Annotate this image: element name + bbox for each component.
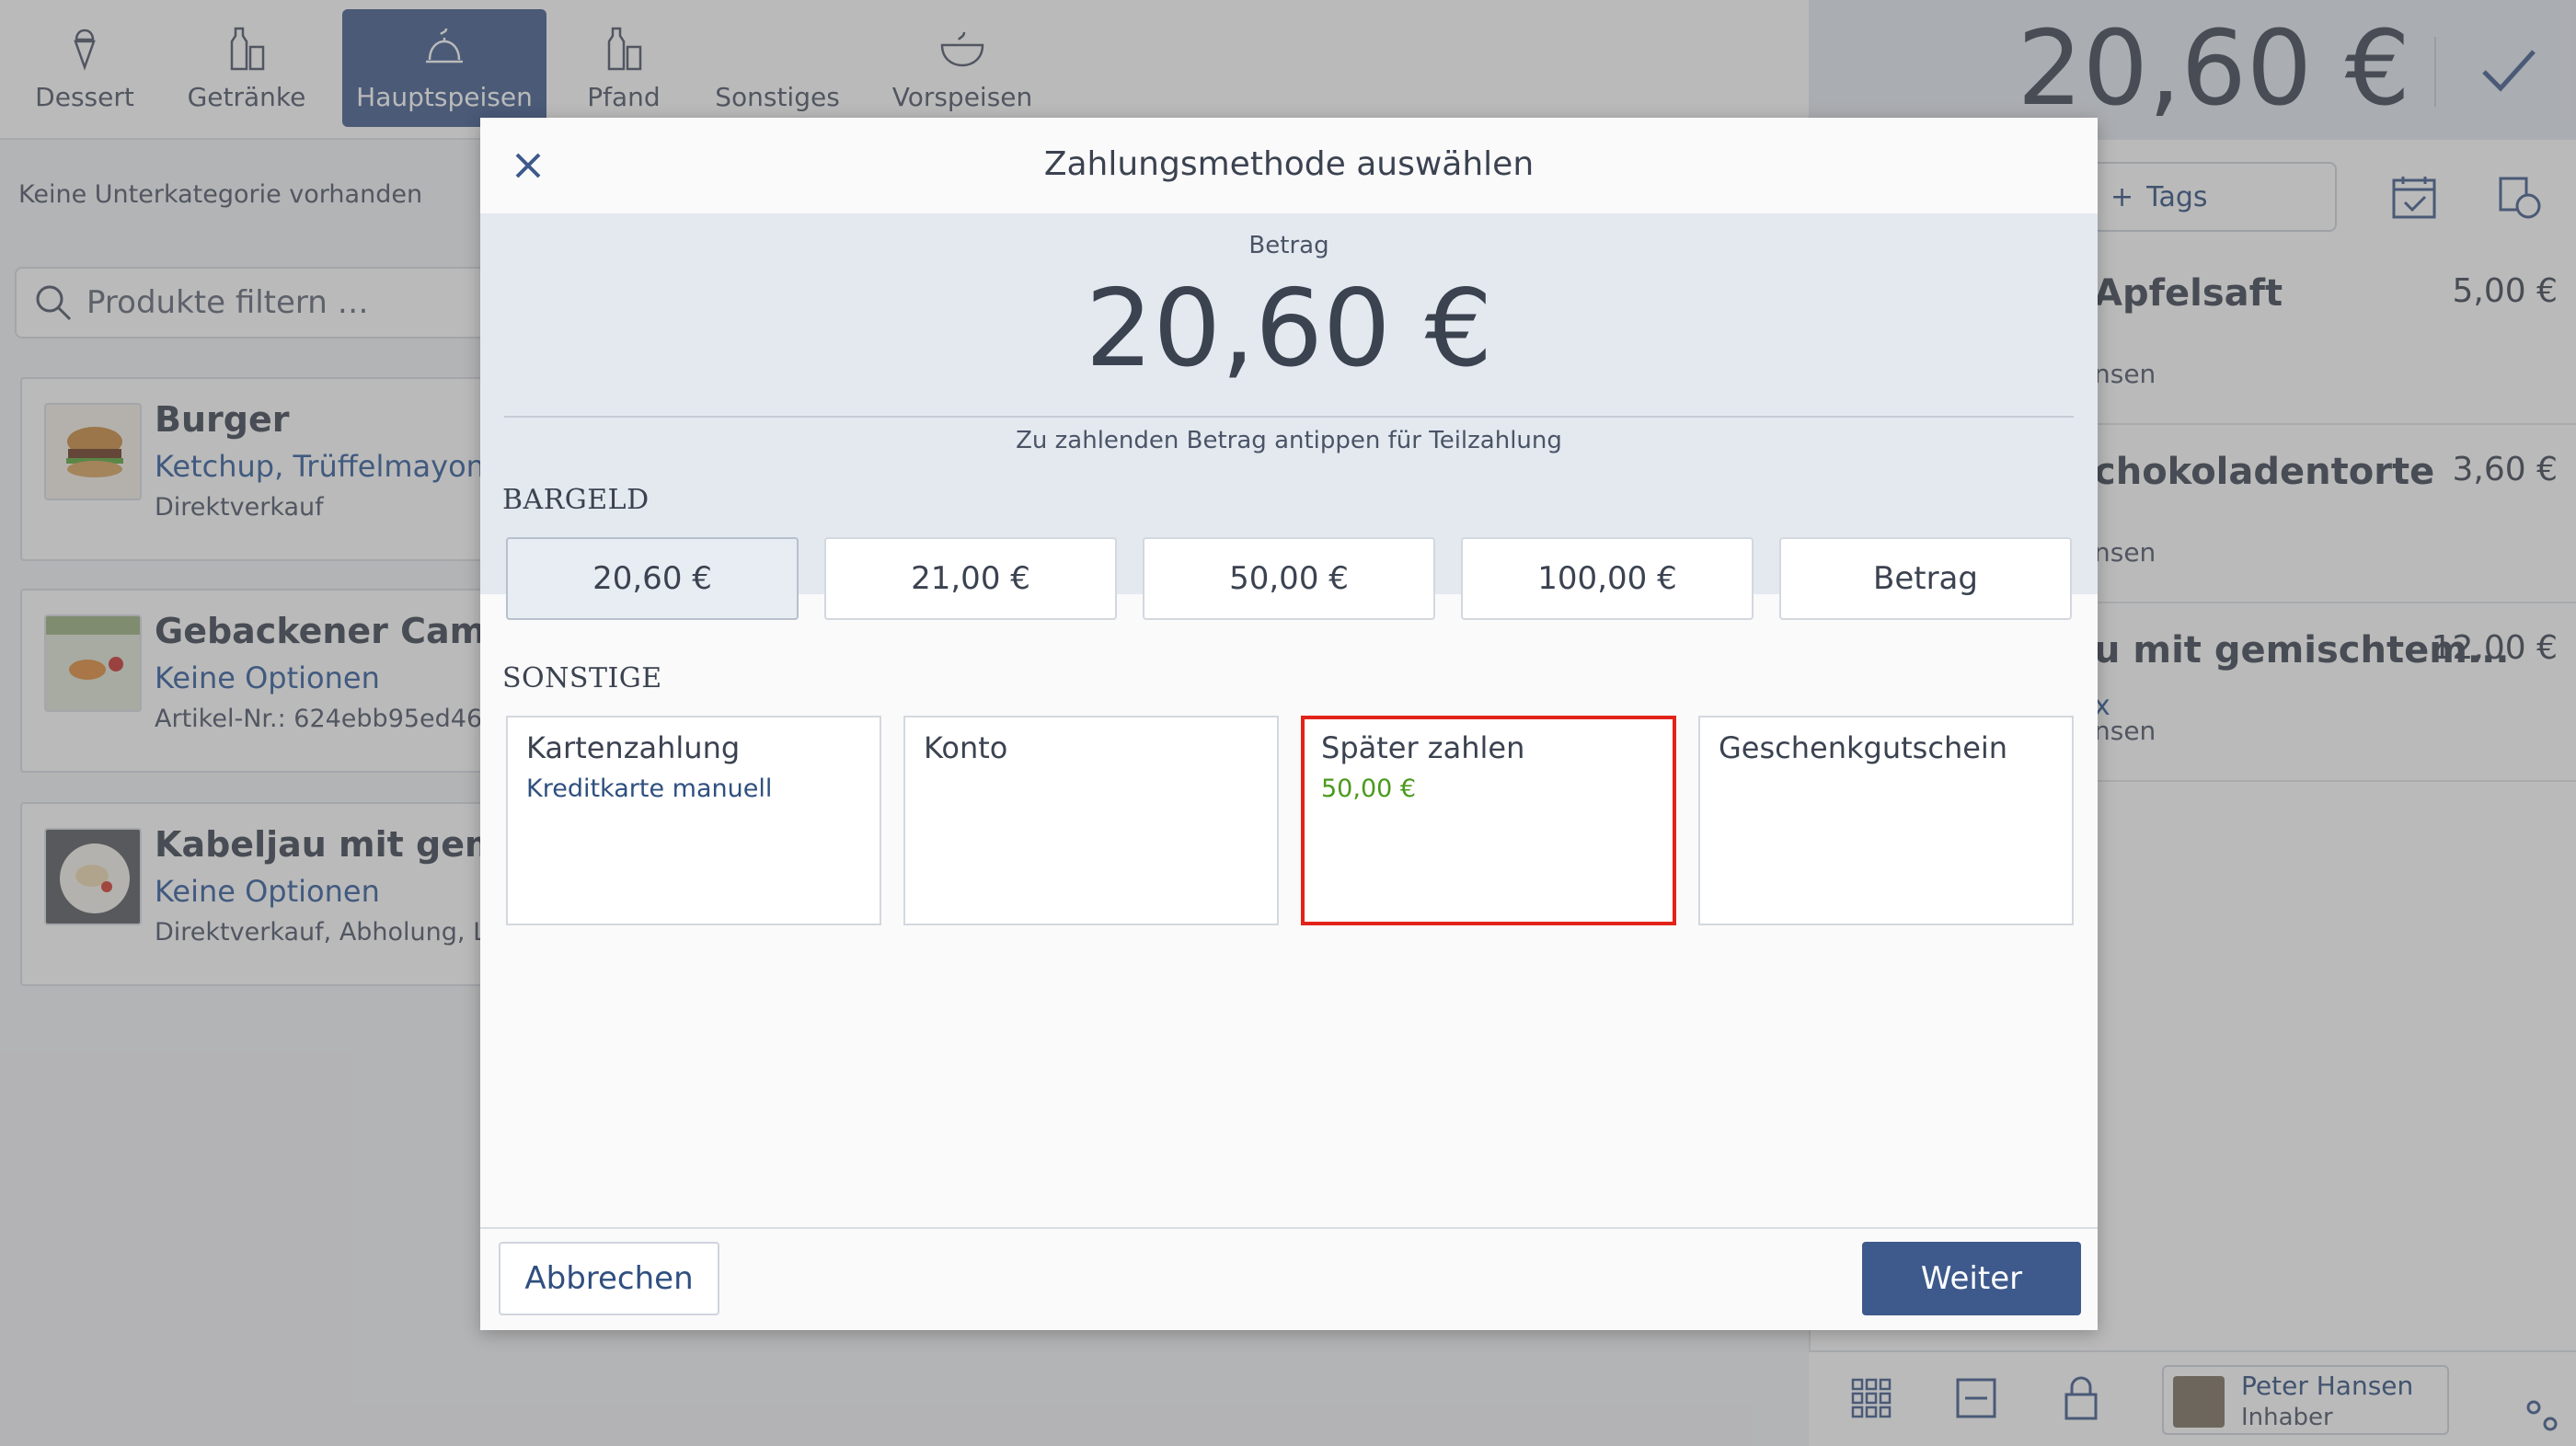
payment-method-title: Später zahlen (1321, 730, 1525, 765)
payment-method-title: Kartenzahlung (526, 730, 741, 765)
section-cash: BARGELD (502, 484, 650, 516)
payment-method-subtitle: Kreditkarte manuell (526, 775, 773, 803)
cash-option-button[interactable]: 100,00 € (1461, 537, 1754, 620)
payment-method-card[interactable]: Konto (903, 716, 1279, 925)
cancel-button[interactable]: Abbrechen (499, 1242, 719, 1315)
divider (504, 416, 2074, 418)
cash-option-button[interactable]: 50,00 € (1143, 537, 1435, 620)
dialog-footer (480, 1227, 2098, 1330)
payment-method-subtitle: 50,00 € (1321, 775, 1417, 803)
next-button[interactable]: Weiter (1862, 1242, 2081, 1315)
payment-method-card[interactable]: Kartenzahlung Kreditkarte manuell (506, 716, 881, 925)
partial-payment-hint: Zu zahlenden Betrag antippen für Teilzah… (1016, 427, 1562, 454)
dialog-title: Zahlungsmethode auswählen (1043, 145, 1535, 183)
cash-custom-amount-button[interactable]: Betrag (1779, 537, 2072, 620)
payment-method-card[interactable]: Geschenkgutschein (1698, 716, 2074, 925)
amount-value[interactable]: 20,60 € (480, 267, 2098, 391)
payment-method-title: Geschenkgutschein (1719, 730, 2008, 765)
payment-method-card-highlighted[interactable]: Später zahlen 50,00 € (1301, 716, 1676, 925)
amount-label: Betrag (1248, 232, 1329, 259)
cash-option-button[interactable]: 20,60 € (506, 537, 799, 620)
section-other: SONSTIGE (502, 662, 662, 694)
payment-method-dialog: Zahlungsmethode auswählen Betrag 20,60 €… (480, 118, 2098, 1330)
payment-method-title: Konto (924, 730, 1008, 765)
cash-option-button[interactable]: 21,00 € (824, 537, 1117, 620)
